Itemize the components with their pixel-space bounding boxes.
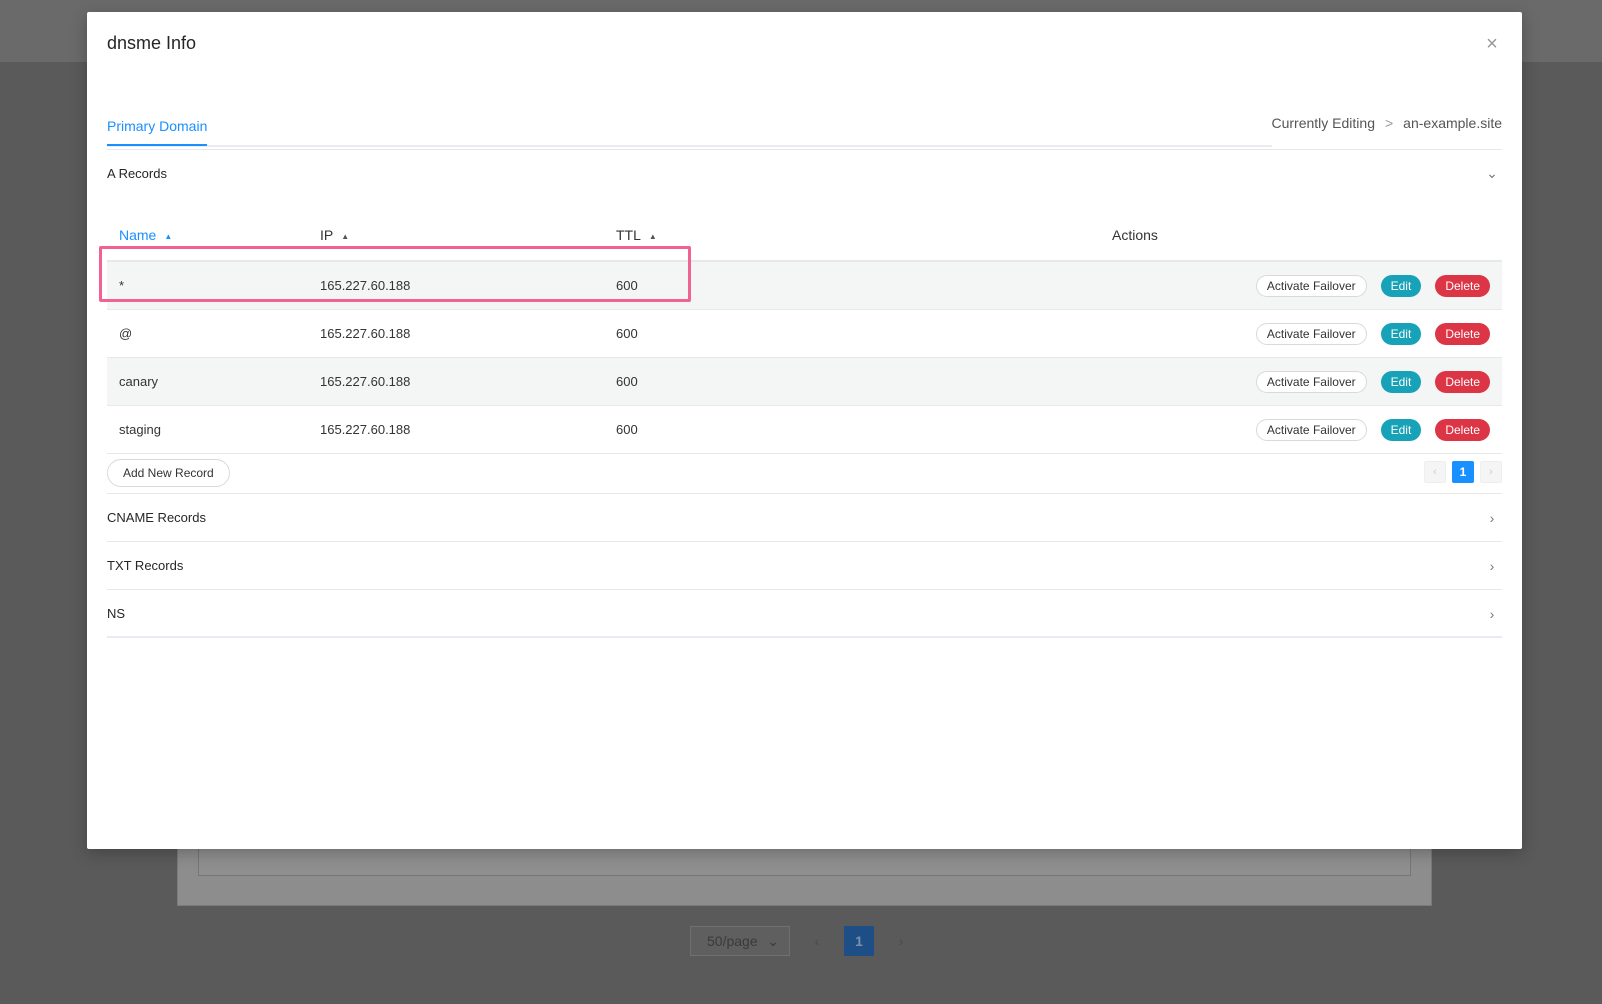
row-actions: Activate Failover Edit Delete <box>1112 418 1502 441</box>
page-number[interactable]: 1 <box>1452 461 1474 483</box>
table-row: staging 165.227.60.188 600 Activate Fail… <box>107 406 1502 454</box>
record-ttl: 600 <box>616 422 638 437</box>
column-name-header[interactable]: Name ▲ <box>107 227 320 243</box>
table-row: * 165.227.60.188 600 Activate Failover E… <box>107 262 1502 310</box>
activate-failover-button[interactable]: Activate Failover <box>1255 322 1367 345</box>
dns-info-modal: dnsme Info × Primary Domain Currently Ed… <box>87 12 1522 849</box>
txt-records-header[interactable]: TXT Records › <box>107 541 1502 589</box>
column-ip-header[interactable]: IP ▲ <box>320 227 616 243</box>
table-header: Name ▲ IP ▲ TTL ▲ Actions <box>107 210 1502 262</box>
chevron-right-icon[interactable]: › <box>886 926 916 956</box>
record-ip: 165.227.60.188 <box>320 278 411 293</box>
record-name: staging <box>119 422 161 437</box>
page-size-value: 50/page <box>707 933 758 949</box>
delete-button[interactable]: Delete <box>1435 274 1490 297</box>
chevron-down-icon: ⌄ <box>1486 165 1498 181</box>
breadcrumb-separator: > <box>1384 115 1394 131</box>
delete-button[interactable]: Delete <box>1435 418 1490 441</box>
chevron-right-icon: › <box>1489 605 1495 622</box>
row-actions: Activate Failover Edit Delete <box>1112 370 1502 393</box>
chevron-left-icon[interactable]: ‹ <box>1424 461 1446 483</box>
delete-button[interactable]: Delete <box>1435 322 1490 345</box>
record-ttl: 600 <box>616 374 638 389</box>
activate-failover-button[interactable]: Activate Failover <box>1255 370 1367 393</box>
section-title: NS <box>107 606 126 621</box>
chevron-right-icon: › <box>1489 509 1495 526</box>
record-ip: 165.227.60.188 <box>320 374 411 389</box>
chevron-down-icon: ⌄ <box>767 932 779 949</box>
edit-button[interactable]: Edit <box>1380 322 1422 345</box>
record-ttl: 600 <box>616 278 638 293</box>
edit-button[interactable]: Edit <box>1380 370 1422 393</box>
tabs-bar: Primary Domain <box>107 97 1272 147</box>
chevron-right-icon[interactable]: › <box>1480 461 1502 483</box>
page-size-select[interactable]: 50/page ⌄ <box>690 926 790 956</box>
table-row: canary 165.227.60.188 600 Activate Failo… <box>107 358 1502 406</box>
a-records-header[interactable]: A Records ⌄ <box>107 149 1502 197</box>
sort-asc-icon: ▲ <box>648 231 657 241</box>
row-actions: Activate Failover Edit Delete <box>1112 274 1502 297</box>
modal-title: dnsme Info <box>107 33 197 53</box>
chevron-left-icon[interactable]: ‹ <box>802 926 832 956</box>
a-records-title: A Records <box>107 166 167 181</box>
background-pagination: 50/page ⌄ ‹ 1 › <box>690 926 916 956</box>
record-ip: 165.227.60.188 <box>320 326 411 341</box>
add-new-record-button[interactable]: Add New Record <box>107 459 230 487</box>
edit-button[interactable]: Edit <box>1380 418 1422 441</box>
tab-primary-domain[interactable]: Primary Domain <box>107 118 208 146</box>
row-actions: Activate Failover Edit Delete <box>1112 322 1502 345</box>
editing-domain: an-example.site <box>1403 115 1502 131</box>
section-title: CNAME Records <box>107 510 206 525</box>
sort-asc-icon: ▲ <box>164 231 173 241</box>
a-records-pagination: ‹ 1 › <box>1424 461 1502 483</box>
record-name: canary <box>119 374 159 389</box>
ns-records-header[interactable]: NS › <box>107 589 1502 637</box>
currently-editing: Currently Editing > an-example.site <box>1271 115 1502 131</box>
record-name: * <box>119 278 125 293</box>
editing-label: Currently Editing <box>1271 115 1375 131</box>
chevron-right-icon: › <box>1489 557 1495 574</box>
record-ip: 165.227.60.188 <box>320 422 411 437</box>
close-icon[interactable]: × <box>1480 32 1504 56</box>
a-records-table: Name ▲ IP ▲ TTL ▲ Actions * 165.227.60.188 … <box>107 210 1502 454</box>
section-title: TXT Records <box>107 558 184 573</box>
activate-failover-button[interactable]: Activate Failover <box>1255 274 1367 297</box>
record-ttl: 600 <box>616 326 638 341</box>
activate-failover-button[interactable]: Activate Failover <box>1255 418 1367 441</box>
column-ttl-header[interactable]: TTL ▲ <box>616 227 1112 243</box>
edit-button[interactable]: Edit <box>1380 274 1422 297</box>
record-name: @ <box>119 326 133 341</box>
column-actions-header: Actions <box>1112 227 1158 243</box>
background-page-number[interactable]: 1 <box>844 926 874 956</box>
table-row: @ 165.227.60.188 600 Activate Failover E… <box>107 310 1502 358</box>
sort-asc-icon: ▲ <box>341 231 350 241</box>
divider <box>107 636 1502 638</box>
cname-records-header[interactable]: CNAME Records › <box>107 493 1502 541</box>
delete-button[interactable]: Delete <box>1435 370 1490 393</box>
